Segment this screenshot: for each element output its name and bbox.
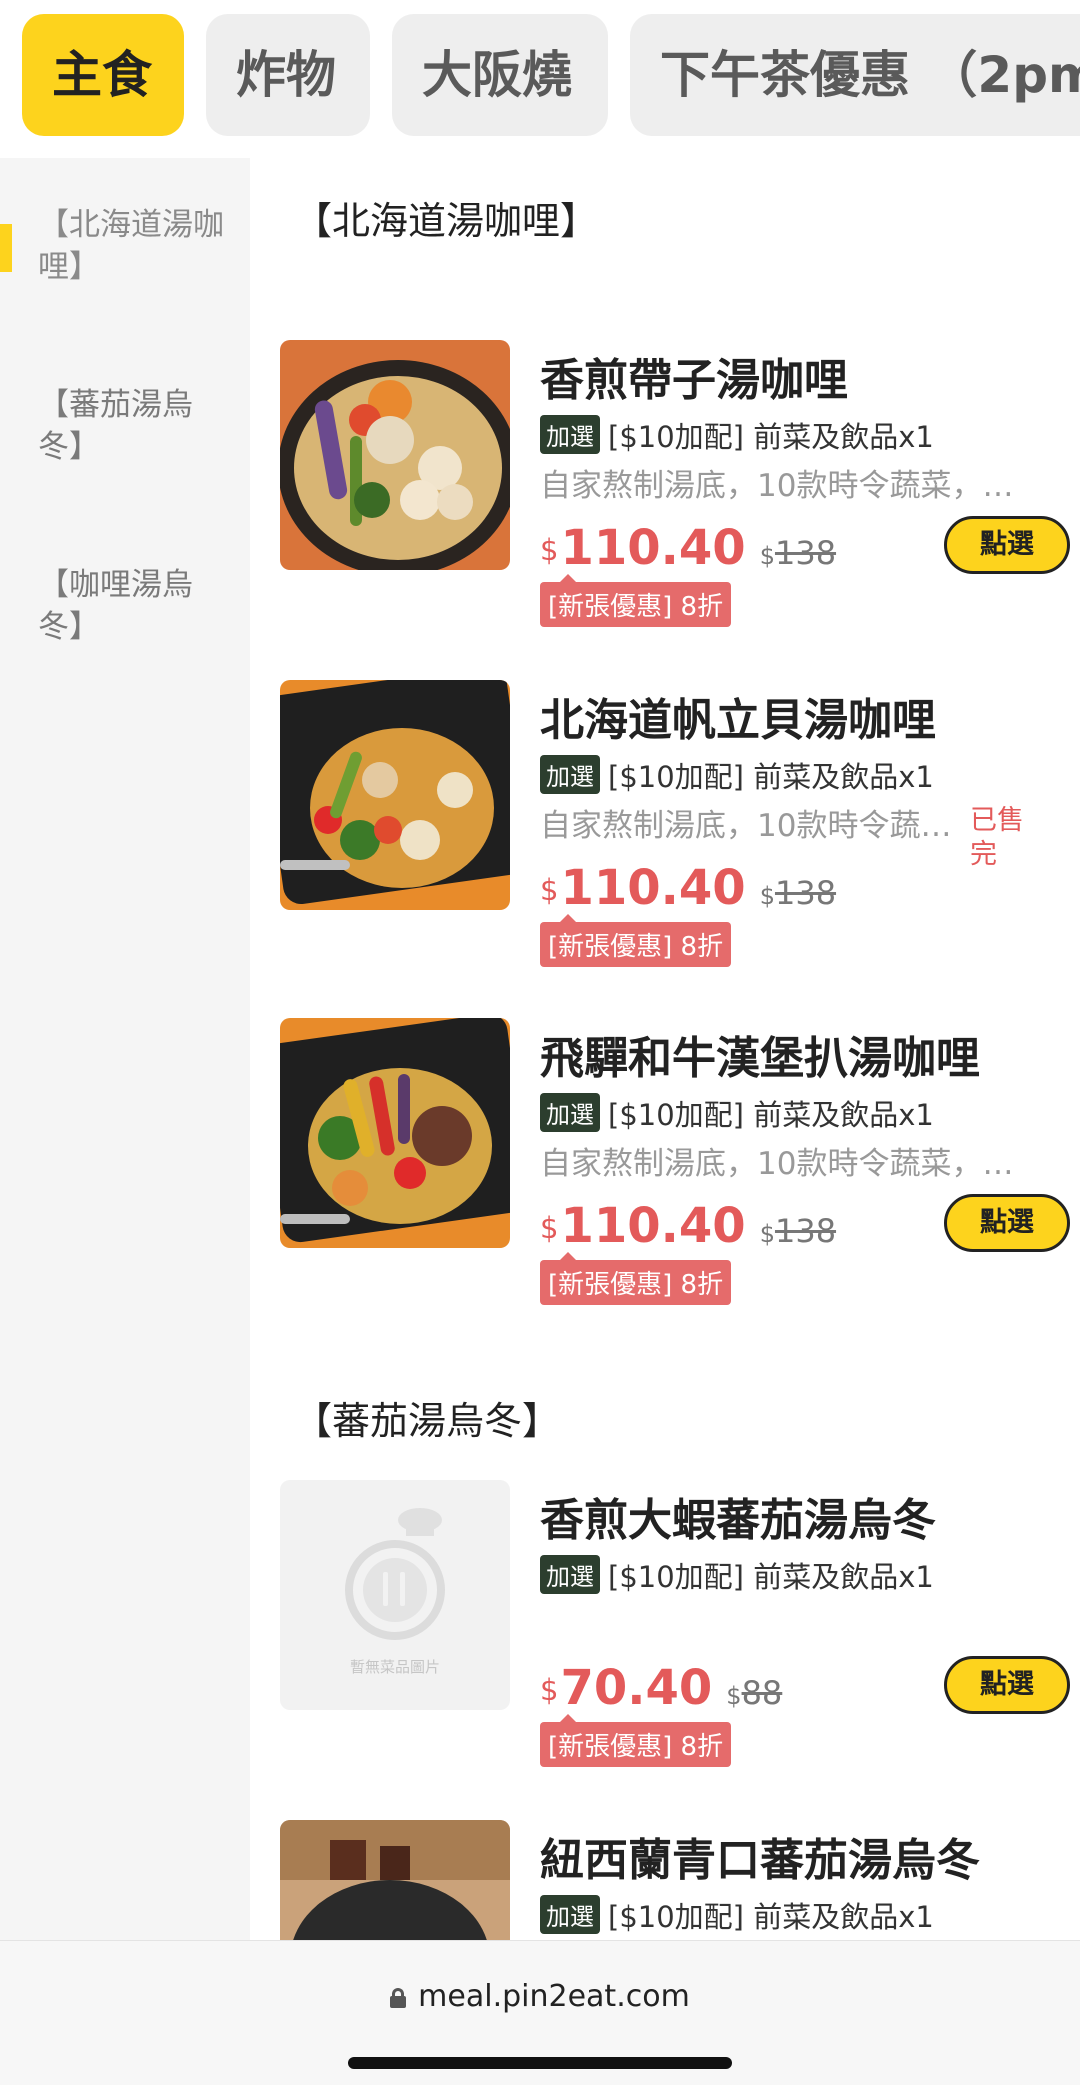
menu-item[interactable]: 北海道帆立貝湯咖哩 加選 [$10加配] 前菜及飲品x1 自家熬制湯底，10款時令…	[280, 680, 1070, 1000]
food-photo	[280, 1018, 510, 1248]
menu-item[interactable]: 紐西蘭青口蕃茄湯烏冬 加選 [$10加配] 前菜及飲品x1	[280, 1820, 1070, 1940]
addon-text: [$10加配] 前菜及飲品x1	[608, 420, 934, 454]
addon-badge: 加選	[540, 1093, 600, 1132]
price-row: $70.40 $88	[540, 1660, 782, 1716]
currency-symbol: $	[540, 873, 559, 907]
select-button[interactable]: 點選	[944, 1194, 1070, 1252]
item-description: 自家熬制湯底，10款時令蔬…	[540, 808, 952, 844]
sale-price: 110.40	[560, 520, 746, 576]
lock-icon	[390, 1988, 407, 2008]
food-photo	[280, 340, 510, 570]
original-price: 138	[774, 874, 837, 912]
addon-info: 加選 [$10加配] 前菜及飲品x1	[540, 1554, 934, 1596]
item-name: 北海道帆立貝湯咖哩	[540, 695, 936, 746]
promo-badge: [新張優惠] 8折	[540, 914, 732, 967]
item-description: 自家熬制湯底，10款時令蔬菜，…	[540, 468, 1014, 504]
item-name: 飛驒和牛漢堡扒湯咖哩	[540, 1033, 980, 1084]
addon-badge: 加選	[540, 1555, 600, 1594]
menu-item[interactable]: 暫無菜品圖片 香煎大蝦蕃茄湯烏冬 加選 [$10加配] 前菜及飲品x1 $70.4…	[280, 1480, 1070, 1800]
currency-symbol: $	[540, 533, 559, 567]
original-currency: $	[726, 1682, 742, 1710]
sale-price: 70.40	[560, 1660, 713, 1716]
select-button[interactable]: 點選	[944, 1656, 1070, 1714]
placeholder-caption: 暫無菜品圖片	[349, 1658, 440, 1676]
promo-badge: [新張優惠] 8折	[540, 574, 732, 627]
addon-badge: 加選	[540, 1895, 600, 1934]
url-display[interactable]: meal.pin2eat.com	[0, 1979, 1080, 2014]
category-sidebar: 【北海道湯咖哩】 【蕃茄湯烏冬】 【咖哩湯烏冬】	[0, 158, 250, 1940]
select-button[interactable]: 點選	[944, 516, 1070, 574]
addon-text: [$10加配] 前菜及飲品x1	[608, 1900, 934, 1934]
addon-text: [$10加配] 前菜及飲品x1	[608, 760, 934, 794]
original-price: 138	[774, 534, 837, 572]
original-currency: $	[759, 1220, 775, 1248]
addon-badge: 加選	[540, 415, 600, 454]
home-indicator[interactable]	[348, 2057, 732, 2069]
menu-item[interactable]: 飛驒和牛漢堡扒湯咖哩 加選 [$10加配] 前菜及飲品x1 自家熬制湯底，10款時…	[280, 1018, 1070, 1338]
currency-symbol: $	[540, 1673, 559, 1707]
sold-out-label: 已售完	[970, 805, 1024, 870]
tab-afternoon-tea[interactable]: 下午茶優惠 （2pm	[630, 14, 1080, 136]
currency-symbol: $	[540, 1211, 559, 1245]
addon-text: [$10加配] 前菜及飲品x1	[608, 1560, 934, 1594]
sidebar-item-tomato-udon[interactable]: 【蕃茄湯烏冬】	[38, 384, 228, 468]
addon-info: 加選 [$10加配] 前菜及飲品x1	[540, 754, 934, 796]
original-price: 138	[774, 1212, 837, 1250]
category-tabs: 主食 炸物 大阪燒 下午茶優惠 （2pm	[0, 0, 1080, 158]
sidebar-item-hokkaido-soup-curry[interactable]: 【北海道湯咖哩】	[38, 204, 228, 288]
section-title: 【北海道湯咖哩】	[294, 199, 599, 243]
promo-badge: [新張優惠] 8折	[540, 1252, 732, 1305]
sale-price: 110.40	[560, 1198, 746, 1254]
tab-fried[interactable]: 炸物	[206, 14, 370, 136]
active-category-indicator	[0, 224, 12, 272]
menu-item[interactable]: 香煎帶子湯咖哩 加選 [$10加配] 前菜及飲品x1 自家熬制湯底，10款時令蔬菜…	[280, 340, 1070, 660]
price-row: $110.40 $138	[540, 1198, 836, 1254]
food-photo	[280, 680, 510, 910]
url-text: meal.pin2eat.com	[418, 1979, 690, 2014]
menu-list: 【北海道湯咖哩】 香煎帶子湯咖哩 加選 [$10加配] 前菜及飲品x1 自家熬制湯…	[250, 158, 1080, 1940]
price-row: $110.40 $138	[540, 860, 836, 916]
original-currency: $	[759, 882, 775, 910]
browser-url-bar: meal.pin2eat.com	[0, 1940, 1080, 2085]
food-photo	[280, 1820, 510, 1940]
sidebar-item-curry-udon[interactable]: 【咖哩湯烏冬】	[38, 564, 228, 648]
item-name: 香煎大蝦蕃茄湯烏冬	[540, 1495, 936, 1546]
no-image-placeholder: 暫無菜品圖片	[280, 1480, 510, 1710]
item-name: 香煎帶子湯咖哩	[540, 355, 848, 406]
section-title: 【蕃茄湯烏冬】	[294, 1399, 561, 1443]
tab-okonomiyaki[interactable]: 大阪燒	[392, 14, 608, 136]
addon-badge: 加選	[540, 755, 600, 794]
price-row: $110.40 $138	[540, 520, 836, 576]
item-description: 自家熬制湯底，10款時令蔬菜，…	[540, 1146, 1014, 1182]
original-currency: $	[759, 542, 775, 570]
original-price: 88	[741, 1674, 783, 1712]
addon-info: 加選 [$10加配] 前菜及飲品x1	[540, 1894, 934, 1936]
sale-price: 110.40	[560, 860, 746, 916]
tab-main-course[interactable]: 主食	[22, 14, 184, 136]
addon-info: 加選 [$10加配] 前菜及飲品x1	[540, 414, 934, 456]
item-name: 紐西蘭青口蕃茄湯烏冬	[540, 1835, 980, 1886]
addon-info: 加選 [$10加配] 前菜及飲品x1	[540, 1092, 934, 1134]
promo-badge: [新張優惠] 8折	[540, 1714, 732, 1767]
addon-text: [$10加配] 前菜及飲品x1	[608, 1098, 934, 1132]
